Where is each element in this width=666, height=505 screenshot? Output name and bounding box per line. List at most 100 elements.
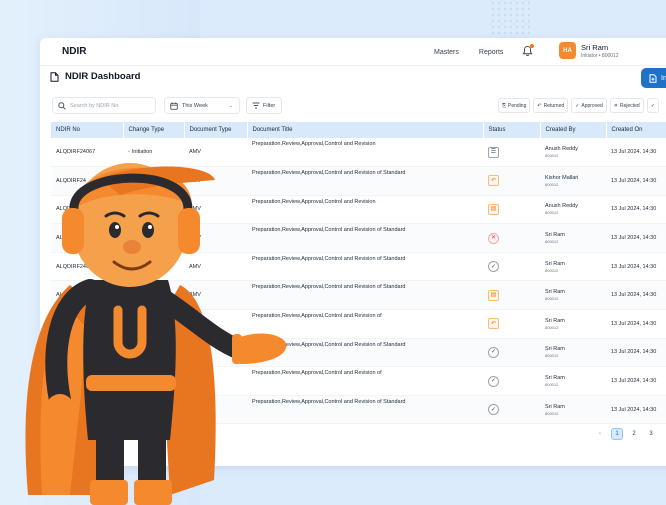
created-by-name: Sri Ram — [545, 375, 565, 382]
created-by-cell: Anush Reddy 800012 — [540, 195, 606, 225]
return-icon: ↶ — [537, 102, 542, 109]
created-by-name: Sri Ram — [545, 289, 565, 296]
top-bar: NDIR Masters Reports HA Sri Ram Initiato… — [40, 38, 666, 66]
column-header[interactable]: Document Title — [247, 122, 484, 138]
status-filter-label: Pending — [508, 102, 527, 109]
status-cell: ✓ — [483, 338, 540, 368]
notification-dot — [530, 44, 534, 48]
created-on-cell: 13 Jul 2024, 14:30 — [606, 395, 666, 425]
page-button[interactable]: 1 — [611, 428, 623, 440]
add-document-icon — [649, 73, 657, 83]
approve-icon[interactable]: ✓ — [488, 404, 499, 416]
pagination: ‹ 1 2 3 .. 2 — [594, 428, 666, 440]
pending-icon: ⎘ — [502, 102, 507, 109]
column-header[interactable]: Created On — [606, 122, 666, 138]
status-filter-label: Returned — [543, 102, 565, 109]
check-circle-icon: ✓ — [650, 102, 655, 109]
created-by-cell: Sri Ram 800012 — [540, 338, 606, 368]
status-filter-returned[interactable]: ↶ Returned — [533, 98, 569, 113]
calendar-icon — [170, 102, 178, 110]
created-by-id: 800012 — [545, 181, 559, 187]
status-filter-rejected[interactable]: ✕ Rejected — [609, 98, 644, 113]
created-on-cell: 13 Jul 2024, 14:30 — [606, 338, 666, 368]
created-by-id: 800012 — [545, 210, 559, 216]
status-filter-label: Approved — [581, 102, 603, 109]
return-icon[interactable]: ↶ — [488, 175, 499, 187]
created-by-id: 800012 — [545, 296, 559, 302]
created-by-id: 800012 — [545, 239, 559, 245]
pending-doc-icon[interactable]: ▤ — [488, 203, 499, 215]
x-circle-icon: ✕ — [613, 102, 618, 109]
date-range-value: This Week — [182, 102, 208, 109]
created-by-id: 800012 — [545, 353, 559, 359]
page-button[interactable]: 2 — [628, 428, 640, 440]
status-filter-pending[interactable]: ⎘ Pending — [498, 98, 531, 113]
dashboard-header: NDIR Dashboard — [50, 71, 140, 82]
approve-icon[interactable]: ✓ — [488, 346, 499, 358]
filter-button[interactable]: Filter — [246, 97, 282, 114]
created-on-cell: 13 Jul 2024, 14:30 — [606, 223, 666, 253]
created-by-cell: Sri Ram 800012 — [540, 395, 606, 425]
column-header[interactable]: NDIR No — [51, 122, 124, 138]
date-range-select[interactable]: This Week ⌄ — [164, 97, 240, 114]
top-nav: Masters Reports — [434, 38, 503, 66]
created-on-cell: 13 Jul 2024, 14:30 — [606, 366, 666, 396]
status-filter-more[interactable]: ✓ — [646, 98, 659, 113]
status-cell: ✓ — [483, 252, 540, 282]
status-cell: ✕ — [483, 223, 540, 253]
column-header[interactable]: Status — [483, 122, 541, 138]
created-by-id: 800012 — [545, 410, 559, 416]
column-header[interactable]: Created By — [540, 122, 607, 138]
user-name: Sri Ram — [581, 43, 609, 52]
filter-label: Filter — [263, 102, 276, 109]
nav-reports[interactable]: Reports — [479, 49, 504, 56]
status-filter-label: Rejected — [619, 102, 640, 109]
return-icon[interactable]: ↶ — [488, 318, 499, 330]
status-filters: ⎘ Pending ↶ Returned ✓ Approved ✕ Reject… — [498, 98, 659, 113]
search-box[interactable] — [52, 97, 156, 114]
created-by-name: Sri Ram — [545, 232, 565, 239]
initiate-button-label: In — [661, 74, 666, 82]
page-ellipsis: .. — [662, 428, 666, 440]
pending-doc-icon[interactable]: ▤ — [488, 289, 499, 301]
created-on-cell: 13 Jul 2024, 14:30 — [606, 166, 666, 196]
created-on-cell: 13 Jul 2024, 14:30 — [606, 280, 666, 311]
page-button[interactable]: 3 — [645, 428, 657, 440]
status-cell: ✓ — [483, 395, 540, 425]
created-on-cell: 13 Jul 2024, 14:30 — [606, 195, 666, 225]
search-icon — [58, 101, 66, 110]
created-by-id: 800012 — [545, 153, 559, 159]
created-by-cell: Anush Reddy 800012 — [540, 138, 606, 168]
created-on-cell: 13 Jul 2024, 14:30 — [606, 252, 666, 282]
column-header[interactable]: Document Type — [184, 122, 248, 138]
created-by-name: Sri Ram — [545, 317, 565, 324]
prev-page-button[interactable]: ‹ — [594, 428, 606, 440]
nav-masters[interactable]: Masters — [434, 49, 459, 56]
chevron-down-icon: ⌄ — [228, 102, 233, 109]
created-by-name: Sri Ram — [545, 260, 565, 267]
approve-icon[interactable]: ✓ — [488, 261, 499, 273]
created-by-cell: Sri Ram 800012 — [540, 252, 606, 282]
status-cell: ▤ — [483, 280, 540, 311]
created-by-cell: Sri Ram 800012 — [540, 280, 606, 311]
doc-icon[interactable]: ☰ — [488, 146, 499, 158]
created-by-name: Sri Ram — [545, 346, 565, 353]
app-title: NDIR — [62, 46, 87, 57]
created-on-cell: 13 Jul 2024, 14:30 — [606, 309, 666, 339]
reject-icon[interactable]: ✕ — [488, 232, 499, 244]
status-filter-approved[interactable]: ✓ Approved — [571, 98, 607, 113]
page-title: NDIR Dashboard — [65, 71, 141, 82]
created-on-cell: 13 Jul 2024, 14:30 — [606, 138, 666, 168]
search-input[interactable] — [70, 102, 150, 109]
avatar[interactable]: HA — [559, 42, 576, 59]
created-by-cell: Sri Ram 800012 — [540, 366, 606, 396]
created-by-cell: Kishor Mallari 800012 — [540, 166, 606, 196]
status-cell: ↶ — [483, 309, 540, 339]
created-by-name: Kishor Mallari — [545, 174, 579, 181]
created-by-name: Sri Ram — [545, 403, 565, 410]
column-header[interactable]: Change Type — [123, 122, 185, 138]
background-dots — [490, 0, 530, 40]
created-by-id: 800012 — [545, 324, 559, 330]
approve-icon[interactable]: ✓ — [488, 375, 499, 387]
initiate-button[interactable]: In — [641, 68, 666, 88]
